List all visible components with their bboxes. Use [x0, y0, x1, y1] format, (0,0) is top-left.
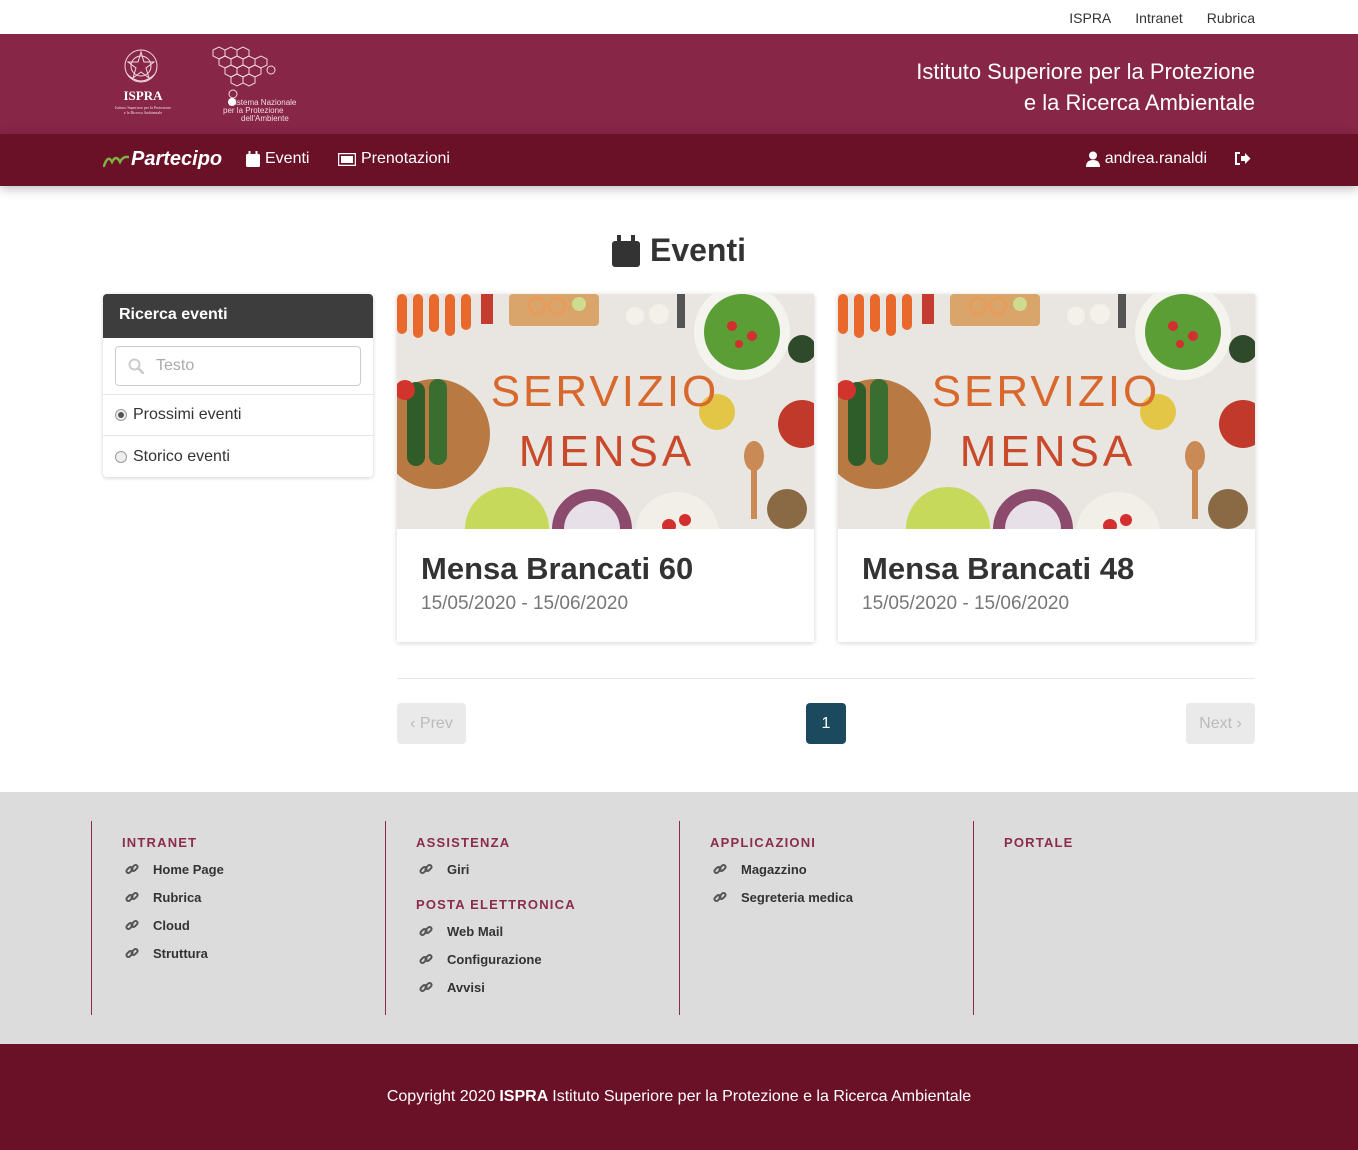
username: andrea.ranaldi: [1104, 150, 1207, 167]
snpa-logo[interactable]: istema Nazionale per la Protezione dell'…: [203, 44, 328, 126]
event-card-body: Mensa Brancati 60 15/05/2020 - 15/06/202…: [397, 529, 814, 637]
user-menu[interactable]: andrea.ranaldi: [1085, 150, 1207, 168]
footer-heading: INTRANET: [122, 835, 198, 850]
filter-prossimi-eventi[interactable]: Prossimi eventi: [103, 395, 373, 436]
search-icon: [128, 358, 144, 374]
link-icon: [419, 981, 433, 993]
top-link-intranet[interactable]: Intranet: [1135, 10, 1182, 26]
main-navbar: Partecipo Eventi Prenotazioni andrea.ran…: [0, 134, 1358, 186]
link-icon: [419, 925, 433, 937]
link-icon: [419, 953, 433, 965]
sprout-icon: [103, 155, 129, 167]
svg-text:MENSA: MENSA: [960, 427, 1136, 476]
link-icon: [125, 947, 139, 959]
event-dates: 15/05/2020 - 15/06/2020: [421, 593, 629, 614]
link-icon: [713, 891, 727, 903]
svg-text:e la Ricerca Ambientale: e la Ricerca Ambientale: [124, 110, 163, 115]
event-name[interactable]: Mensa Brancati 60: [421, 551, 790, 587]
nav-prenotazioni[interactable]: Prenotazioni: [338, 150, 450, 168]
user-icon: [1085, 151, 1100, 167]
page-title-text: Eventi: [649, 232, 747, 268]
logout-icon: [1235, 152, 1251, 165]
svg-text:MENSA: MENSA: [519, 427, 695, 476]
copyright-bar: Copyright 2020 ISPRA Istituto Superiore …: [0, 1044, 1358, 1150]
institute-title: Istituto Superiore per la Protezione e l…: [916, 56, 1255, 118]
link-icon: [125, 863, 139, 875]
top-link-ispra[interactable]: ISPRA: [1069, 10, 1111, 26]
filter-storico-label: Storico eventi: [133, 447, 230, 465]
copyright-prefix: Copyright 2020: [386, 1088, 496, 1105]
search-box: [115, 346, 361, 386]
nav-eventi[interactable]: Eventi: [246, 150, 309, 168]
link-icon: [125, 919, 139, 931]
footer-link-avvisi[interactable]: Avvisi: [416, 973, 576, 1001]
footer-link-rubrica[interactable]: Rubrica: [122, 883, 224, 911]
top-utility-bar: ISPRA Intranet Rubrica: [0, 0, 1358, 34]
footer-link-configurazione[interactable]: Configurazione: [416, 945, 576, 973]
ticket-icon: [338, 152, 356, 166]
footer-link-segreteria-medica[interactable]: Segreteria medica: [710, 883, 853, 911]
svg-text:ISPRA: ISPRA: [123, 88, 163, 103]
brand-logos: ISPRA Istituto Superiore per la Protezio…: [103, 44, 328, 126]
logout-button[interactable]: [1234, 151, 1251, 171]
event-dates: 15/05/2020 - 15/06/2020: [862, 593, 1070, 614]
footer-link-web-mail[interactable]: Web Mail: [416, 917, 576, 945]
footer-heading: APPLICAZIONI: [710, 835, 817, 850]
event-card-body: Mensa Brancati 48 15/05/2020 - 15/06/202…: [838, 529, 1255, 637]
event-image: SERVIZIO MENSA: [397, 294, 814, 529]
event-image: SERVIZIO MENSA: [838, 294, 1255, 529]
app-name: Partecipo: [131, 148, 223, 170]
event-card[interactable]: SERVIZIO MENSA Mensa Brancati 60 15/05/2…: [397, 294, 814, 642]
footer-link-giri[interactable]: Giri: [416, 855, 576, 883]
footer-links: INTRANET Home Page Rubrica Cloud Struttu…: [0, 792, 1358, 1044]
divider: [397, 678, 1255, 679]
event-name[interactable]: Mensa Brancati 48: [862, 551, 1231, 587]
footer-link-magazzino[interactable]: Magazzino: [710, 855, 853, 883]
nav-eventi-label: Eventi: [265, 150, 310, 167]
brand-header: ISPRA Istituto Superiore per la Protezio…: [0, 34, 1358, 134]
footer-column-applicazioni: APPLICAZIONI Magazzino Segreteria medica: [679, 821, 853, 1015]
footer-column-assistenza: ASSISTENZA Giri POSTA ELETTRONICA Web Ma…: [385, 821, 576, 1015]
filter-storico-eventi[interactable]: Storico eventi: [103, 436, 373, 477]
link-icon: [125, 891, 139, 903]
svg-text:SERVIZIO: SERVIZIO: [932, 367, 1161, 416]
ispra-logo[interactable]: ISPRA Istituto Superiore per la Protezio…: [103, 44, 183, 124]
footer-link-home-page[interactable]: Home Page: [122, 855, 224, 883]
pagination-page-1[interactable]: 1: [806, 703, 846, 744]
svg-text:SERVIZIO: SERVIZIO: [491, 367, 720, 416]
page-title: Eventi: [0, 232, 1358, 269]
footer-heading: POSTA ELETTRONICA: [416, 897, 576, 912]
copyright-suffix: Istituto Superiore per la Protezione e l…: [552, 1088, 972, 1105]
link-icon: [713, 863, 727, 875]
footer-column-portale: PORTALE: [973, 821, 1074, 1015]
footer-link-struttura[interactable]: Struttura: [122, 939, 224, 967]
pagination-prev[interactable]: ‹ Prev: [397, 703, 466, 744]
nav-prenotazioni-label: Prenotazioni: [361, 150, 450, 167]
app-logo[interactable]: Partecipo: [103, 148, 222, 171]
radio-prossimi[interactable]: [115, 409, 127, 421]
footer-heading[interactable]: PORTALE: [1004, 835, 1074, 850]
top-links: ISPRA Intranet Rubrica: [1069, 10, 1255, 26]
link-icon: [419, 863, 433, 875]
search-row: [103, 338, 373, 395]
pagination-next[interactable]: Next ›: [1186, 703, 1255, 744]
svg-text:dell'Ambiente: dell'Ambiente: [241, 114, 289, 123]
search-panel: Ricerca eventi Prossimi eventi Storico e…: [103, 294, 373, 477]
search-input[interactable]: [156, 357, 336, 375]
footer-column-intranet: INTRANET Home Page Rubrica Cloud Struttu…: [91, 821, 224, 1015]
filter-prossimi-label: Prossimi eventi: [133, 406, 242, 423]
radio-storico[interactable]: [115, 450, 127, 463]
institute-title-line2: e la Ricerca Ambientale: [1023, 90, 1255, 115]
calendar-icon: [246, 151, 260, 167]
top-link-rubrica[interactable]: Rubrica: [1207, 10, 1255, 26]
calendar-icon: [611, 234, 640, 267]
search-panel-header: Ricerca eventi: [103, 294, 373, 338]
footer-link-cloud[interactable]: Cloud: [122, 911, 224, 939]
event-card[interactable]: SERVIZIO MENSA Mensa Brancati 48 15/05/2…: [838, 294, 1255, 642]
copyright-org: ISPRA: [499, 1088, 549, 1105]
footer-heading: ASSISTENZA: [416, 835, 511, 850]
institute-title-line1: Istituto Superiore per la Protezione: [916, 59, 1255, 84]
